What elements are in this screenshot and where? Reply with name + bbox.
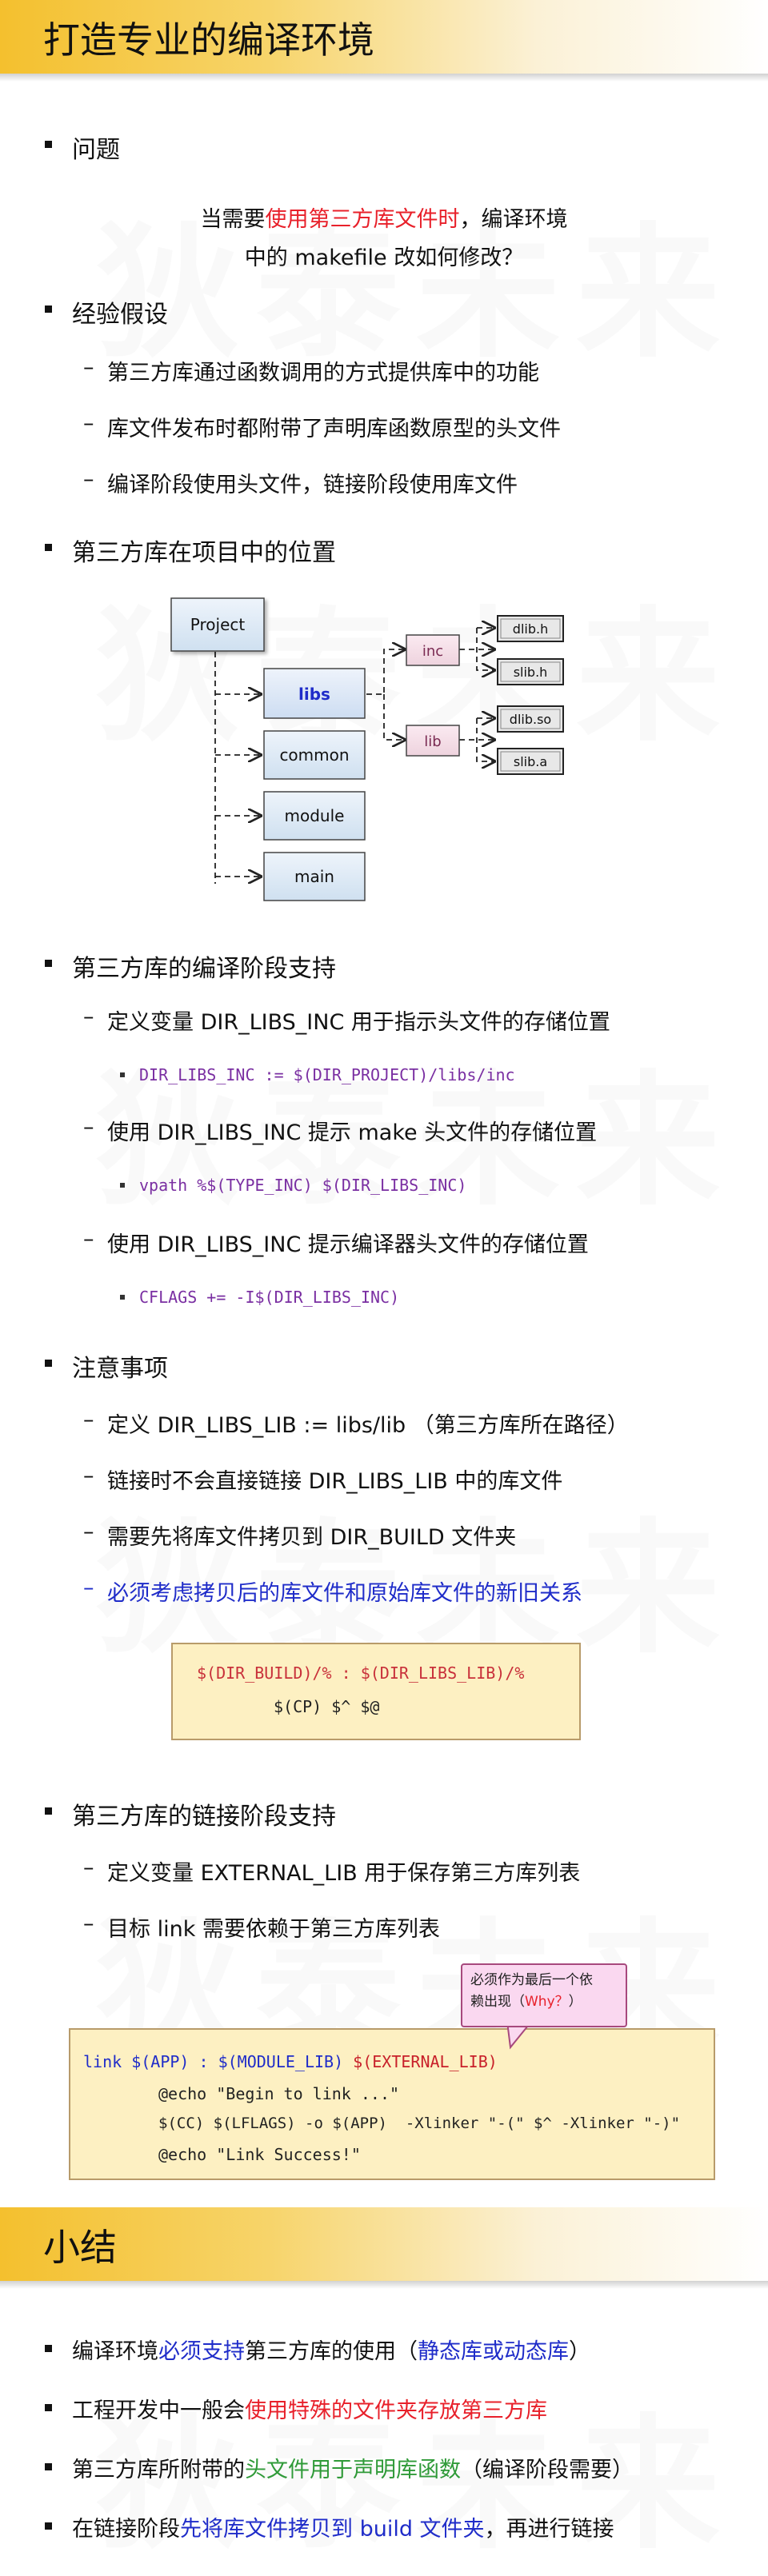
- section-banner: 打造专业的编译环境: [0, 0, 768, 82]
- node-lib: lib: [424, 733, 441, 750]
- page-title: 打造专业的编译环境: [43, 18, 374, 62]
- bullet-square-icon: [45, 544, 52, 551]
- node-dlib-so: dlib.so: [510, 712, 551, 727]
- copy-rule-line1: $(DIR_BUILD)/% : $(DIR_LIBS_LIB)/%: [197, 1663, 525, 1683]
- link-rule-code-box: link $(APP) : $(MODULE_LIB) $(EXTERNAL_L…: [69, 2028, 715, 2180]
- bullet-square-icon: [45, 1807, 52, 1815]
- section-banner: 小结: [0, 2207, 768, 2289]
- link-rule-line3: $(CC) $(LFLAGS) -o $(APP) -Xlinker "-(" …: [158, 2115, 681, 2132]
- link-rule-line2: @echo "Begin to link ...": [158, 2084, 400, 2103]
- node-module: module: [285, 806, 345, 825]
- copy-rule-line2: $(CP) $^ $@: [274, 1697, 380, 1716]
- bullet-square-icon: [45, 960, 52, 967]
- node-slib-h: slib.h: [514, 665, 548, 680]
- callout-note: 必须作为最后一个依 赖出现（Why？）: [461, 1963, 627, 2027]
- node-dlib-h: dlib.h: [513, 621, 548, 637]
- bullet-square-icon: [45, 1360, 52, 1367]
- bullet-square-icon: [45, 2404, 52, 2411]
- node-common: common: [279, 745, 349, 765]
- bullet-square-icon: [45, 2463, 52, 2470]
- node-libs: libs: [298, 685, 330, 704]
- node-inc: inc: [422, 643, 443, 660]
- bullet-square-icon: [45, 2522, 52, 2530]
- problem-question-line2: 中的 makefile 改如何修改？: [244, 246, 524, 270]
- problem-question-line1: 当需要使用第三方库文件时，编译环境: [200, 207, 568, 232]
- node-main: main: [294, 867, 334, 886]
- node-project: Project: [190, 615, 246, 634]
- project-tree-diagram: Project libs common module main inc lib …: [170, 597, 564, 901]
- summary-title: 小结: [43, 2226, 117, 2269]
- bullet-square-icon: [45, 2345, 52, 2352]
- bullet-square-icon: [45, 141, 52, 148]
- link-rule-line1: link $(APP) : $(MODULE_LIB) $(EXTERNAL_L…: [83, 2052, 498, 2071]
- bullet-square-icon: [45, 306, 52, 313]
- link-rule-line4: @echo "Link Success!": [158, 2145, 361, 2164]
- node-slib-a: slib.a: [514, 754, 547, 769]
- copy-rule-code-box: $(DIR_BUILD)/% : $(DIR_LIBS_LIB)/% $(CP)…: [171, 1643, 581, 1740]
